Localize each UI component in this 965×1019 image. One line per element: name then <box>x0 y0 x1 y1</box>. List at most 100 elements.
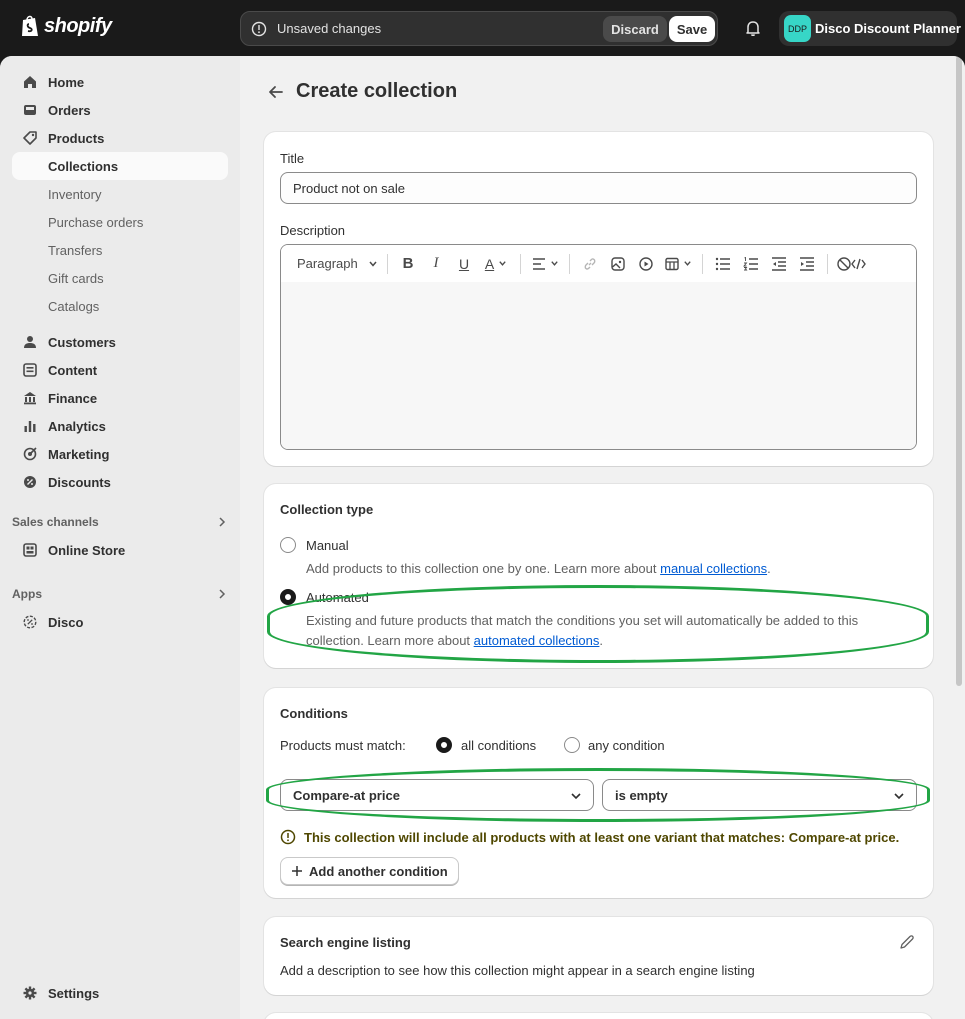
sidebar-item-orders[interactable]: Orders <box>12 96 228 124</box>
title-label: Title <box>280 151 305 166</box>
discount-icon <box>22 474 38 490</box>
toolbar-divider <box>387 253 388 274</box>
sidebar-item-inventory[interactable]: Inventory <box>12 180 228 208</box>
chevron-down-icon <box>369 261 377 267</box>
editor-toolbar: Paragraph B I U A <box>281 245 916 282</box>
automated-radio[interactable] <box>280 589 296 605</box>
sidebar-item-transfers[interactable]: Transfers <box>12 236 228 264</box>
search-engine-listing-card: Search engine listing Add a description … <box>264 917 933 995</box>
sidebar-item-disco[interactable]: Disco <box>12 608 228 636</box>
tag-icon <box>22 130 38 146</box>
discard-button[interactable]: Discard <box>603 16 667 42</box>
sidebar-item-label: Customers <box>48 334 116 350</box>
sales-channels-label: Sales channels <box>12 515 99 529</box>
sidebar-item-analytics[interactable]: Analytics <box>12 412 228 440</box>
sidebar-item-discounts[interactable]: Discounts <box>12 468 228 496</box>
sidebar-item-label: Catalogs <box>48 298 100 314</box>
main-content: Create collection Title Product not on s… <box>240 56 965 1019</box>
outdent-icon[interactable] <box>765 250 793 278</box>
bold-icon[interactable]: B <box>394 250 422 278</box>
toolbar-divider <box>520 253 521 274</box>
sidebar-item-label: Settings <box>48 985 100 1001</box>
sidebar-item-label: Products <box>48 130 105 146</box>
sidebar-item-home[interactable]: Home <box>12 68 228 96</box>
sidebar: Home Orders Products Collections Invento… <box>0 56 240 1019</box>
inbox-icon <box>22 102 38 118</box>
chevron-right-icon <box>219 589 226 599</box>
gear-icon <box>22 985 38 1001</box>
all-conditions-radio[interactable] <box>436 737 452 753</box>
alert-circle-icon <box>251 21 267 37</box>
show-html-icon[interactable] <box>834 250 870 278</box>
highlight-annotation <box>266 768 930 822</box>
link-icon[interactable] <box>576 250 604 278</box>
sidebar-item-label: Home <box>48 74 85 90</box>
sidebar-item-products[interactable]: Products <box>12 124 228 152</box>
storefront-icon <box>22 542 38 558</box>
collection-type-card: Collection type Manual Add products to t… <box>264 484 933 668</box>
apps-label: Apps <box>12 587 42 601</box>
sidebar-item-customers[interactable]: Customers <box>12 328 228 356</box>
toolbar-divider <box>827 253 828 274</box>
sidebar-item-label: Content <box>48 362 98 378</box>
page-title: Create collection <box>296 80 458 102</box>
paragraph-label: Paragraph <box>297 256 358 271</box>
chevron-right-icon <box>219 517 226 527</box>
seo-help-text: Add a description to see how this collec… <box>280 963 755 978</box>
conditions-heading: Conditions <box>280 706 348 721</box>
video-icon[interactable] <box>632 250 660 278</box>
paragraph-format-dropdown[interactable]: Paragraph <box>281 250 381 278</box>
next-card <box>264 1013 933 1019</box>
sidebar-item-catalogs[interactable]: Catalogs <box>12 292 228 320</box>
unsaved-changes-bar: Unsaved changes Discard Save <box>240 11 718 46</box>
add-condition-button[interactable]: Add another condition <box>280 857 459 885</box>
sidebar-item-purchase-orders[interactable]: Purchase orders <box>12 208 228 236</box>
align-icon[interactable] <box>527 250 563 278</box>
sidebar-item-collections[interactable]: Collections <box>12 152 228 180</box>
sidebar-item-online-store[interactable]: Online Store <box>12 536 228 564</box>
bell-icon[interactable] <box>744 19 762 37</box>
indent-icon[interactable] <box>793 250 821 278</box>
store-avatar: DDP <box>784 15 811 42</box>
numbered-list-icon[interactable] <box>737 250 765 278</box>
pencil-edit-icon[interactable] <box>899 934 915 950</box>
sidebar-item-label: Transfers <box>48 242 103 258</box>
sidebar-item-marketing[interactable]: Marketing <box>12 440 228 468</box>
bank-icon <box>22 390 38 406</box>
italic-icon[interactable]: I <box>422 250 450 278</box>
sidebar-item-label: Inventory <box>48 186 102 202</box>
description-textarea[interactable] <box>281 282 916 449</box>
store-menu-button[interactable]: DDP Disco Discount Planner <box>779 11 961 46</box>
shopify-logo[interactable]: shopify <box>20 14 112 38</box>
person-icon <box>22 334 38 350</box>
underline-icon[interactable]: U <box>450 250 478 278</box>
any-condition-label[interactable]: any condition <box>588 738 665 753</box>
highlight-annotation <box>267 585 929 663</box>
sidebar-item-label: Analytics <box>48 418 106 434</box>
apps-header[interactable]: Apps <box>12 584 228 604</box>
sales-channels-header[interactable]: Sales channels <box>12 512 228 532</box>
text-color-icon[interactable]: A <box>478 250 514 278</box>
sidebar-item-finance[interactable]: Finance <box>12 384 228 412</box>
any-condition-radio[interactable] <box>564 737 580 753</box>
image-icon[interactable] <box>604 250 632 278</box>
sidebar-item-label: Finance <box>48 390 98 406</box>
bullet-list-icon[interactable] <box>709 250 737 278</box>
seo-heading: Search engine listing <box>280 935 411 950</box>
sidebar-item-gift-cards[interactable]: Gift cards <box>12 264 228 292</box>
sidebar-item-label: Disco <box>48 614 84 630</box>
sidebar-item-content[interactable]: Content <box>12 356 228 384</box>
table-icon[interactable] <box>660 250 696 278</box>
manual-label[interactable]: Manual <box>306 538 349 553</box>
title-input[interactable]: Product not on sale <box>280 172 917 204</box>
sidebar-item-label: Marketing <box>48 446 110 462</box>
all-conditions-label[interactable]: all conditions <box>461 738 536 753</box>
sidebar-item-label: Online Store <box>48 542 126 558</box>
page-header: Create collection <box>266 80 457 103</box>
manual-collections-link[interactable]: manual collections <box>660 561 767 576</box>
manual-radio[interactable] <box>280 537 296 553</box>
sidebar-item-settings[interactable]: Settings <box>12 979 228 1007</box>
back-arrow-icon[interactable] <box>266 82 286 102</box>
scrollbar[interactable] <box>956 56 962 686</box>
save-button[interactable]: Save <box>669 16 715 42</box>
